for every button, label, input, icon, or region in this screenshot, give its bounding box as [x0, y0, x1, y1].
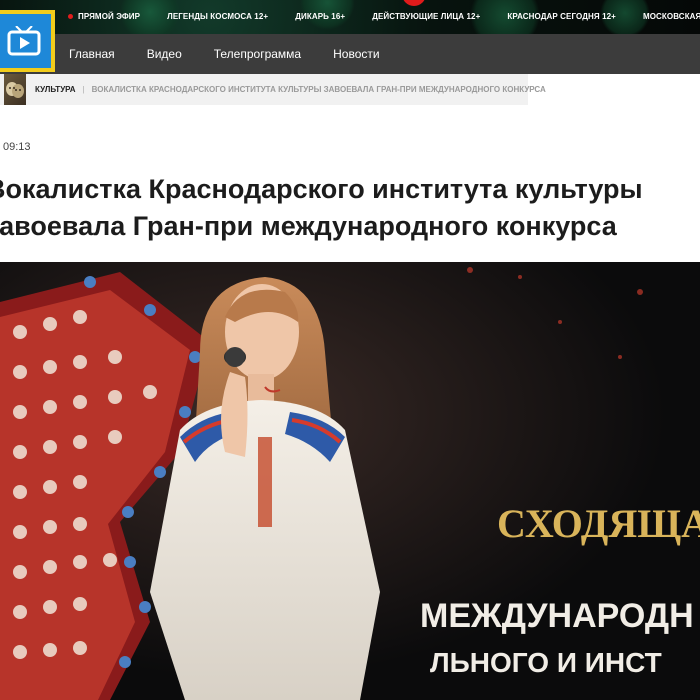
site-logo[interactable]: [0, 10, 55, 72]
article-time: 09:13: [3, 141, 31, 153]
breadcrumb-current: ВОКАЛИСТКА КРАСНОДАРСКОГО ИНСТИТУТА КУЛЬ…: [91, 85, 546, 94]
topnav-item-krasnodar-today[interactable]: КРАСНОДАР СЕГОДНЯ 12+: [507, 12, 616, 21]
breadcrumb: КУЛЬТУРА | ВОКАЛИСТКА КРАСНОДАРСКОГО ИНС…: [0, 74, 546, 105]
topnav-item-label: КРАСНОДАР СЕГОДНЯ 12+: [507, 12, 616, 21]
theatre-masks-icon: [6, 81, 24, 98]
main-navigation: Главная Видео Телепрограмма Новости: [0, 34, 700, 74]
topnav-item-label: ДЕЙСТВУЮЩИЕ ЛИЦА 12+: [372, 12, 481, 21]
nav-link-video[interactable]: Видео: [147, 47, 182, 61]
topnav-item-legends[interactable]: ЛЕГЕНДЫ КОСМОСА 12+: [167, 12, 268, 21]
breadcrumb-category[interactable]: КУЛЬТУРА: [35, 85, 76, 94]
top-navigation: ПРЯМОЙ ЭФИР ЛЕГЕНДЫ КОСМОСА 12+ ДИКАРЬ 1…: [62, 12, 700, 21]
stage-text: ЛЬНОГО И ИНСТ: [430, 647, 662, 678]
top-promo-bar: ПРЯМОЙ ЭФИР ЛЕГЕНДЫ КОСМОСА 12+ ДИКАРЬ 1…: [0, 0, 700, 34]
article-title-line: завоевала Гран-при международного конкур…: [0, 211, 617, 241]
decorative-red-shape: [402, 0, 426, 6]
topnav-item-dikar[interactable]: ДИКАРЬ 16+: [295, 12, 345, 21]
topnav-item-live[interactable]: ПРЯМОЙ ЭФИР: [62, 12, 140, 21]
topnav-item-label: ПРЯМОЙ ЭФИР: [78, 12, 141, 21]
topnav-item-label: МОСКОВСКАЯ ПЛЕННИЦА: [642, 12, 700, 21]
stage-text: СХОДЯЩАЯ: [497, 501, 700, 546]
article-title-line: Вокалистка Краснодарского института куль…: [0, 174, 643, 204]
category-thumbnail[interactable]: [4, 74, 26, 105]
breadcrumb-separator: |: [82, 85, 85, 94]
article-title: Вокалистка Краснодарского института куль…: [0, 171, 700, 245]
nav-link-news[interactable]: Новости: [333, 47, 379, 61]
topnav-item-acting-persons[interactable]: ДЕЙСТВУЮЩИЕ ЛИЦА 12+: [372, 12, 480, 21]
topnav-item-moscow-captive[interactable]: МОСКОВСКАЯ ПЛЕННИЦА: [643, 12, 700, 21]
nav-link-tv-program[interactable]: Телепрограмма: [214, 47, 301, 61]
nav-link-home[interactable]: Главная: [69, 47, 115, 61]
singer-photo-illustration: СХОДЯЩАЯ МЕЖДУНАРОДН ЛЬНОГО И ИНСТ: [0, 262, 700, 700]
article-photo: СХОДЯЩАЯ МЕЖДУНАРОДН ЛЬНОГО И ИНСТ: [0, 262, 700, 700]
topnav-item-label: ДИКАРЬ 16+: [295, 12, 346, 21]
topnav-item-label: ЛЕГЕНДЫ КОСМОСА 12+: [167, 12, 269, 21]
stage-text: МЕЖДУНАРОДН: [420, 597, 694, 635]
live-dot-icon: [68, 14, 73, 19]
tv-icon: [7, 26, 41, 56]
